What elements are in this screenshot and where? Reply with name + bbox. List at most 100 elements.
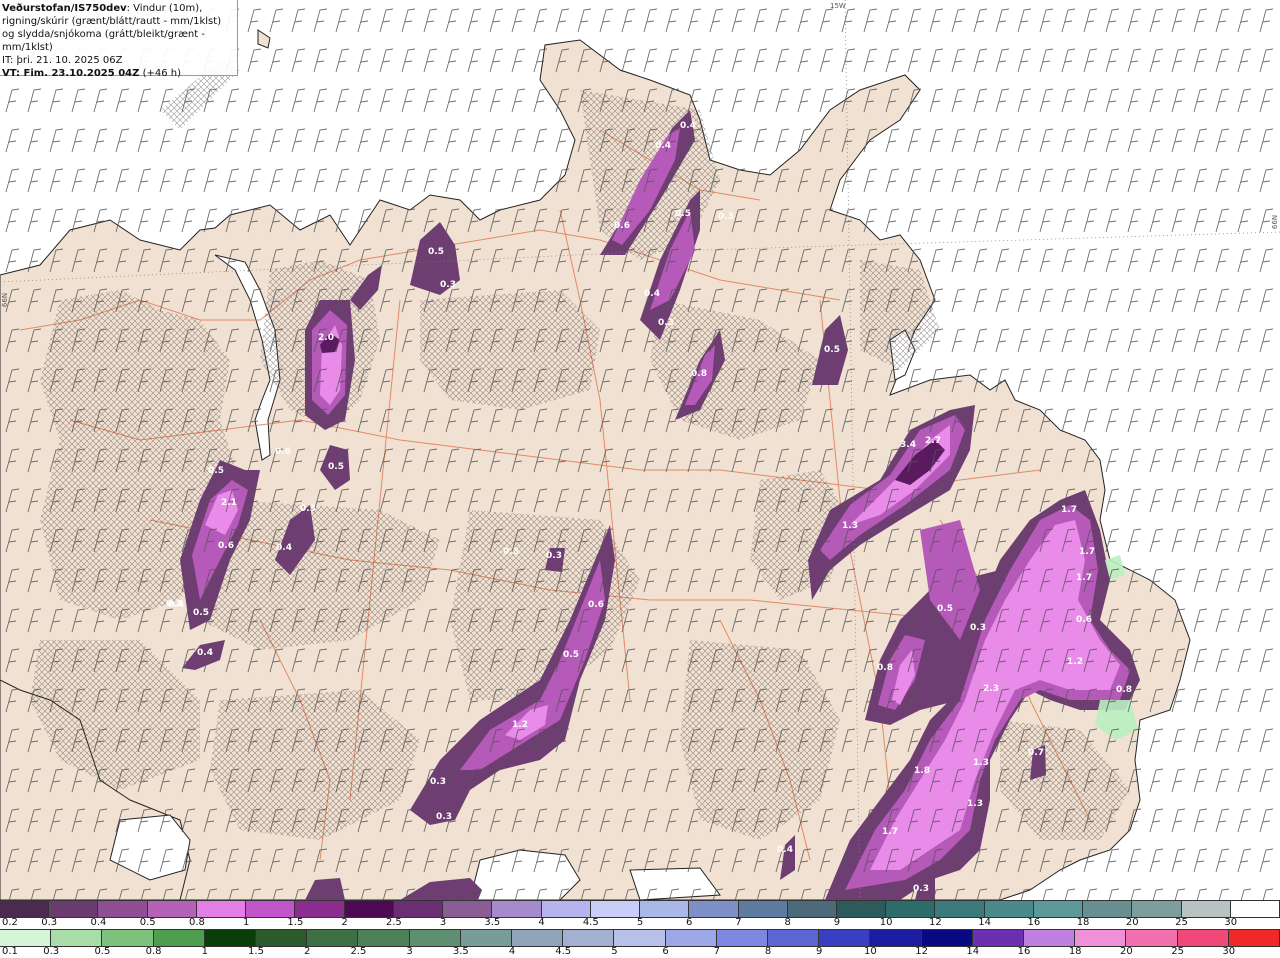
rain-legend-swatch [1075, 930, 1127, 946]
precip-value-label: 0.4 [680, 121, 696, 131]
snow-legend-label: 5 [636, 917, 644, 928]
rain-legend-label: 6 [662, 946, 669, 957]
rain-legend-swatch [409, 930, 461, 946]
rain-legend-swatch [153, 930, 205, 946]
precip-value-label: 3.4 [900, 440, 916, 450]
rain-legend-label: 3.5 [452, 946, 469, 957]
snow-legend-label: 4.5 [582, 917, 599, 928]
rain-legend-swatch [716, 930, 769, 946]
precip-value-label: 0.6 [588, 600, 604, 610]
precip-value-label: 2.1 [221, 498, 237, 508]
precip-value-label: 2.0 [318, 333, 334, 343]
rain-legend-label: 2 [304, 946, 311, 957]
valid-time: VT: Fim. 23.10.2025 04Z [2, 68, 140, 79]
rain-legend-label: 20 [1120, 946, 1133, 957]
snow-legend-label: 30 [1224, 917, 1238, 928]
precip-value-label: 0.4 [655, 141, 671, 151]
precip-value-label: 0.5 [428, 247, 444, 257]
snow-legend-swatch [492, 901, 542, 917]
precip-value-label: 1.7 [1079, 547, 1095, 557]
snow-legend-swatch [344, 901, 394, 917]
precip-value-label: 0.8 [691, 369, 707, 379]
map-title-box: Veðurstofan/IS750dev: Vindur (10m), rign… [0, 0, 238, 79]
snow-legend-swatch [98, 901, 148, 917]
snow-legend-labels: 0.2 0.3 0.4 0.5 0.8 1 1.5 2 2.5 3 3.5 4 4.5 5 6 7 8 9 10 12… [0, 917, 1280, 929]
rain-legend-label: 12 [915, 946, 928, 957]
snow-legend-swatch [886, 901, 936, 917]
rain-legend-label: 8 [764, 946, 772, 957]
precip-value-label: 2.3 [983, 684, 999, 694]
rain-legend-swatch [563, 930, 615, 946]
snow-legend-swatch [49, 901, 99, 917]
rain-legend-swatch [256, 930, 308, 946]
precip-value-label: 0.5 [208, 466, 224, 476]
precip-value-label: 1.7 [1076, 573, 1092, 583]
rain-legend-swatch [1228, 930, 1280, 946]
snow-legend-swatch [1132, 901, 1182, 917]
snow-legend-label: 25 [1175, 917, 1188, 928]
snow-legend-label: 1.5 [287, 917, 304, 928]
snow-legend-label: 7 [735, 917, 742, 928]
rain-legend-swatch [512, 930, 564, 946]
precip-value-label: 0.6 [275, 447, 291, 457]
snow-legend-label: 2 [341, 917, 348, 928]
rain-legend-swatch [0, 930, 52, 946]
rain-legend-swatch [51, 930, 103, 946]
precip-value-label: 0.7 [1028, 748, 1044, 758]
snow-legend-label: 0.2 [2, 917, 18, 928]
rain-legend-label: 0.8 [145, 946, 162, 957]
precip-value-label: 0.3 [440, 280, 456, 290]
rain-legend-label: 16 [1017, 946, 1031, 957]
rain-legend-label: 5 [611, 946, 618, 957]
rain-legend-label: 1 [201, 946, 208, 957]
precip-value-label: 0.4 [644, 289, 660, 299]
rain-legend-label: 14 [966, 946, 980, 957]
rain-legend-label: 25 [1171, 946, 1184, 957]
rain-legend-label: 10 [864, 946, 877, 957]
rain-legend-label: 2.5 [350, 946, 367, 957]
snow-legend-swatch [836, 901, 887, 917]
snow-legend-label: 3.5 [484, 917, 501, 928]
snow-legend-label: 8 [784, 917, 791, 928]
precip-value-label: 1.2 [1067, 657, 1083, 667]
rain-legend-swatch [614, 930, 666, 946]
snow-legend-swatch [640, 901, 690, 917]
precip-value-label: 1.2 [512, 720, 528, 730]
precip-value-label: 0.5 [328, 462, 344, 472]
precip-value-label: 0.6 [614, 221, 630, 231]
lead-time: (+46 h) [142, 68, 181, 79]
snow-legend-swatch [147, 901, 197, 917]
precip-value-label: 0.4 [197, 648, 213, 658]
precip-value-label: 0.3 [718, 212, 734, 222]
rain-legend-label: 0.3 [43, 946, 60, 957]
snow-legend-swatch [590, 901, 641, 917]
rain-legend-label: 18 [1068, 946, 1082, 957]
rain-legend-label: 4 [508, 946, 516, 957]
rain-legend-label: 9 [816, 946, 823, 957]
snow-legend-label: 0.3 [41, 917, 58, 928]
rain-legend-swatch [1177, 930, 1229, 946]
snow-legend-label: 3 [439, 917, 447, 928]
snow-legend-swatch [393, 901, 444, 917]
snow-legend-label: 2.5 [385, 917, 402, 928]
rain-legend-label: 0.5 [94, 946, 111, 957]
precip-value-label: 1.8 [914, 766, 930, 776]
precip-value-label: 0.3 [658, 318, 674, 328]
snow-legend-swatches [0, 900, 1280, 918]
precip-value-label: 0.4 [777, 845, 793, 855]
snow-legend-swatch [1033, 901, 1084, 917]
rain-legend-swatch [921, 930, 973, 946]
precip-value-label: 1.3 [967, 799, 983, 809]
rain-legend-swatches [0, 929, 1280, 947]
precip-value-label: 0.3 [546, 551, 562, 561]
precip-value-label: 0.3 [430, 777, 446, 787]
rain-legend-swatch [204, 930, 257, 946]
weather-map[interactable]: 0.4 0.4 0.6 0.5 0.3 0.5 0.3 0.4 0.3 0.8 0.5 2.0 0.6 0… [0, 0, 1280, 900]
snow-legend-label: 20 [1125, 917, 1139, 928]
rain-legend: 0.1 0.3 0.5 0.8 1 1.5 2 2.5 3 3.5 4 4.5 5 6 7 8 9 10 12 14 1… [0, 929, 1280, 958]
precip-value-label: 0.5 [193, 608, 209, 618]
snow-legend-label: 9 [833, 917, 841, 928]
precip-value-label: 0.5 [563, 650, 579, 660]
precip-value-label: 1.7 [882, 827, 898, 837]
precip-value-label: 0.3 [913, 884, 929, 894]
